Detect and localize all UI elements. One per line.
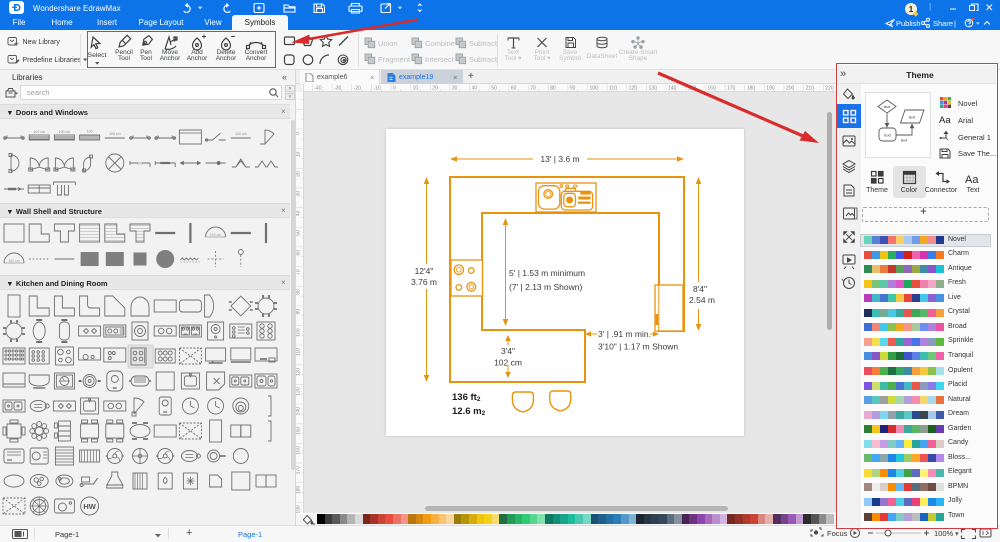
svg-text:Aa: Aa: [965, 174, 979, 186]
